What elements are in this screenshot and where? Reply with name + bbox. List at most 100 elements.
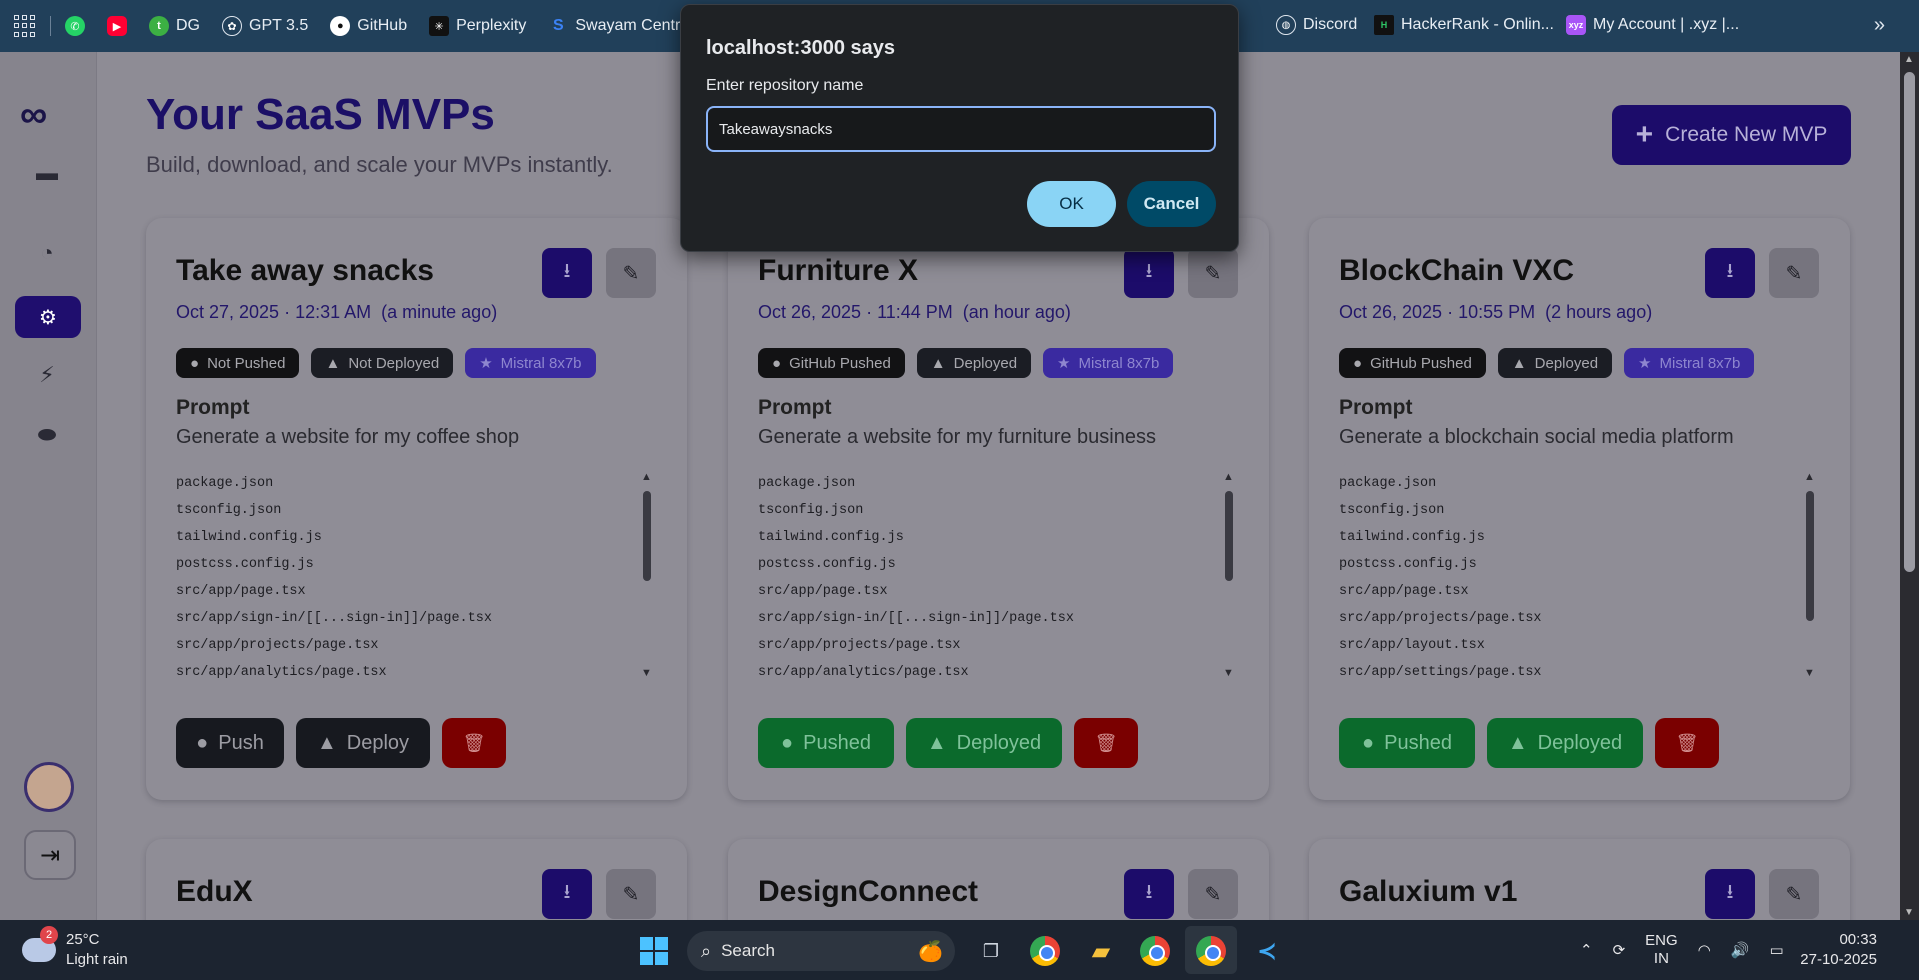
apps-grid-icon[interactable] xyxy=(14,15,36,37)
file-explorer-icon[interactable]: ▰ xyxy=(1084,934,1118,968)
download-button[interactable]: ⭳ xyxy=(1124,869,1174,919)
page-subtitle: Build, download, and scale your MVPs ins… xyxy=(146,152,613,177)
prompt-dialog: localhost:3000 says Enter repository nam… xyxy=(680,4,1239,252)
scrollbar-thumb[interactable] xyxy=(1904,72,1915,572)
prompt-text: Generate a blockchain social media platf… xyxy=(1339,426,1734,448)
language-indicator[interactable]: ENG IN xyxy=(1645,932,1678,968)
bookmark-whatsapp[interactable]: ✆ xyxy=(65,16,85,36)
github-icon: ● xyxy=(196,731,209,754)
bookmark-github[interactable]: ● GitHub xyxy=(330,16,407,36)
settings-gears-icon[interactable]: ⚙ xyxy=(15,296,81,338)
edit-button[interactable]: ✎ xyxy=(1769,869,1819,919)
file-list[interactable]: package.json tsconfig.json tailwind.conf… xyxy=(176,470,646,680)
clock[interactable]: 00:33 27-10-2025 xyxy=(1800,930,1877,970)
battery-icon[interactable]: ▭ xyxy=(1769,941,1783,959)
bookmark-swayam[interactable]: S Swayam Central xyxy=(548,16,693,36)
file-item: src/app/page.tsx xyxy=(758,584,888,599)
edit-button[interactable]: ✎ xyxy=(606,869,656,919)
file-item: src/app/projects/page.tsx xyxy=(1339,611,1542,626)
file-list-scrollbar[interactable]: ▲ ▼ xyxy=(1804,471,1816,679)
bookmark-perplexity[interactable]: ✳ Perplexity xyxy=(429,16,526,36)
chrome-active-icon[interactable] xyxy=(1194,934,1228,968)
file-item: src/app/layout.tsx xyxy=(1339,638,1485,653)
pushed-button[interactable]: ● Pushed xyxy=(758,718,894,768)
window-icon[interactable]: ▬ xyxy=(28,158,66,188)
page-scrollbar[interactable]: ▲ ▼ xyxy=(1900,52,1919,920)
delete-button[interactable]: 🗑 xyxy=(1074,718,1138,768)
deployed-button[interactable]: ▲ Deployed xyxy=(1487,718,1643,768)
download-button[interactable]: ⭳ xyxy=(542,869,592,919)
status-badges: ● GitHub Pushed ▲ Deployed ★ Mistral 8x7b xyxy=(1339,348,1755,378)
volume-icon[interactable]: 🔊 xyxy=(1731,941,1750,959)
app-logo-icon[interactable]: ∞ xyxy=(20,94,47,137)
repository-name-input[interactable] xyxy=(706,106,1216,152)
windows-start-icon[interactable] xyxy=(640,937,668,965)
vscode-icon[interactable]: ≺ xyxy=(1250,934,1284,968)
trash-icon: 🗑 xyxy=(1675,732,1699,753)
mvp-card: EduX ⭳ ✎ xyxy=(146,839,687,920)
edit-button[interactable]: ✎ xyxy=(606,248,656,298)
task-view-icon[interactable]: ❐ xyxy=(974,934,1008,968)
scroll-down-icon[interactable]: ▼ xyxy=(1904,907,1914,918)
ok-button[interactable]: OK xyxy=(1027,181,1116,227)
deploy-button[interactable]: ▲ Deploy xyxy=(296,718,430,768)
taskbar-search[interactable]: ⌕ Search 🍊 xyxy=(687,931,955,971)
create-new-mvp-button[interactable]: + Create New MVP xyxy=(1612,105,1851,165)
model-badge: ★ Mistral 8x7b xyxy=(1624,348,1755,378)
file-list-scrollbar[interactable]: ▲ ▼ xyxy=(1223,471,1235,679)
plus-icon: + xyxy=(1635,118,1654,151)
file-list-scrollbar[interactable]: ▲ ▼ xyxy=(641,471,653,679)
edit-button[interactable]: ✎ xyxy=(1188,248,1238,298)
scroll-up-icon[interactable]: ▲ xyxy=(1904,54,1914,65)
more-bookmarks-icon[interactable]: » xyxy=(1874,14,1885,37)
delete-button[interactable]: 🗑 xyxy=(1655,718,1719,768)
trash-icon: 🗑 xyxy=(462,732,486,753)
download-button[interactable]: ⭳ xyxy=(1705,248,1755,298)
delete-button[interactable]: 🗑 xyxy=(442,718,506,768)
pushed-button[interactable]: ● Pushed xyxy=(1339,718,1475,768)
status-badge: ▲ Deployed xyxy=(1497,348,1613,378)
status-badge: ▲ Not Deployed xyxy=(311,348,454,378)
file-item: package.json xyxy=(758,476,856,491)
download-button[interactable]: ⭳ xyxy=(1705,869,1755,919)
file-item: package.json xyxy=(1339,476,1437,491)
download-icon: ⭳ xyxy=(563,260,571,282)
edit-button[interactable]: ✎ xyxy=(1188,869,1238,919)
lightning-icon[interactable]: ⚡ xyxy=(28,360,66,390)
bookmark-hackerrank[interactable]: H HackerRank - Onlin... xyxy=(1374,15,1554,35)
bookmark-myaccount[interactable]: xyz My Account | .xyz |... xyxy=(1566,15,1739,35)
mvp-card: DesignConnect ⭳ ✎ xyxy=(728,839,1269,920)
bookmark-discord[interactable]: ◍ Discord xyxy=(1276,15,1357,35)
deployed-button[interactable]: ▲ Deployed xyxy=(906,718,1062,768)
chrome-profile-icon[interactable] xyxy=(1138,934,1172,968)
edit-icon: ✎ xyxy=(1785,883,1803,906)
weather-widget[interactable]: 2 25°C Light rain xyxy=(22,926,128,970)
card-title: Galuxium v1 xyxy=(1339,875,1518,908)
dashboard-gauge-icon[interactable]: ◔ xyxy=(28,238,66,268)
status-badge: ● GitHub Pushed xyxy=(758,348,905,378)
card-actions: ● Pushed ▲ Deployed 🗑 xyxy=(1339,718,1719,768)
push-button[interactable]: ● Push xyxy=(176,718,284,768)
status-badges: ● Not Pushed ▲ Not Deployed ★ Mistral 8x7b xyxy=(176,348,596,378)
chevron-up-icon[interactable]: ⌃ xyxy=(1580,941,1593,959)
bookmark-dg[interactable]: t DG xyxy=(149,16,200,36)
logout-icon[interactable]: ⇥ xyxy=(24,830,76,880)
chrome-icon[interactable] xyxy=(1028,934,1062,968)
sync-icon[interactable]: ⟳ xyxy=(1613,941,1626,959)
bookmark-gpt[interactable]: ✿ GPT 3.5 xyxy=(222,16,308,36)
card-date: Oct 26, 2025 · 10:55 PM (2 hours ago) xyxy=(1339,302,1653,322)
wifi-icon[interactable]: ◠ xyxy=(1698,941,1711,959)
gamepad-icon[interactable]: ⬬ xyxy=(28,420,66,450)
github-icon: ● xyxy=(1353,354,1363,372)
download-button[interactable]: ⭳ xyxy=(1124,248,1174,298)
cancel-button[interactable]: Cancel xyxy=(1127,181,1216,227)
bookmark-youtube[interactable]: ▶ xyxy=(107,16,127,36)
file-item: src/app/settings/page.tsx xyxy=(1339,665,1542,680)
file-list[interactable]: package.json tsconfig.json tailwind.conf… xyxy=(758,470,1228,680)
edit-button[interactable]: ✎ xyxy=(1769,248,1819,298)
file-list[interactable]: package.json tsconfig.json tailwind.conf… xyxy=(1339,470,1809,680)
card-date: Oct 26, 2025 · 11:44 PM (an hour ago) xyxy=(758,302,1071,322)
avatar[interactable] xyxy=(24,762,74,812)
download-button[interactable]: ⭳ xyxy=(542,248,592,298)
dg-icon: t xyxy=(149,16,169,36)
